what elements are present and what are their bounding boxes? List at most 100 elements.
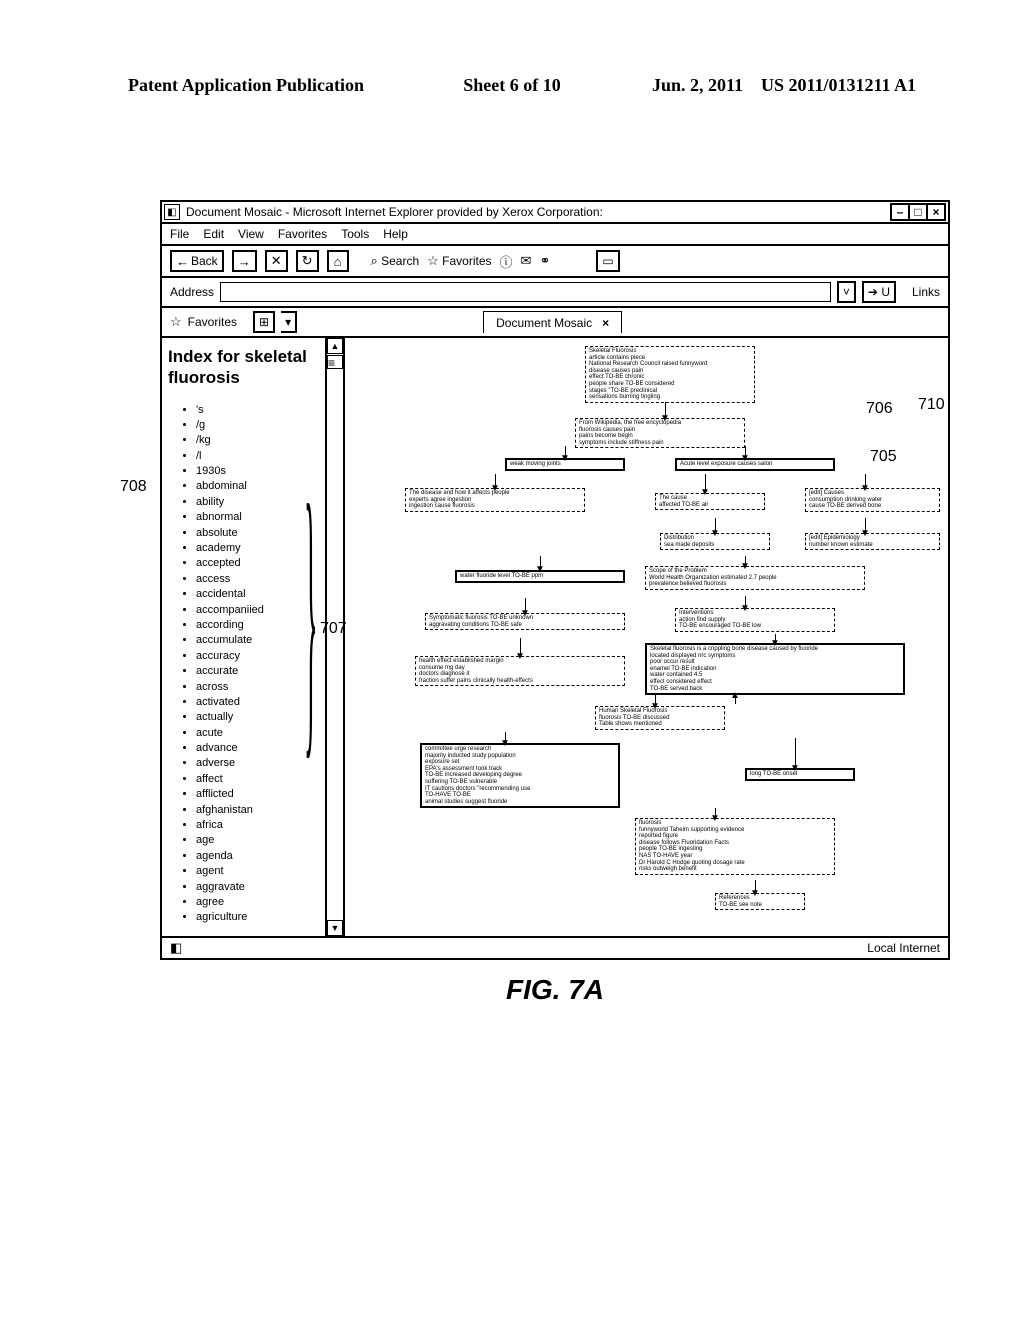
home-button[interactable]: ⌂ <box>327 250 349 272</box>
address-bar: Address ˅ ➔ U Links <box>162 278 948 308</box>
mosaic-node[interactable]: Skeletal Fluorosisarticle contains piece… <box>585 346 755 403</box>
content-area: Index for skeletal fluorosis 's/g/kg/l19… <box>162 338 948 936</box>
arrow-icon <box>775 634 776 641</box>
minimize-button[interactable]: – <box>890 203 910 221</box>
index-item[interactable]: abdominal <box>196 479 319 494</box>
index-item[interactable]: afflicted <box>196 787 319 802</box>
mosaic-node[interactable]: Skeletal fluorosis is a crippling bone d… <box>645 643 905 695</box>
links-label: Links <box>912 285 940 299</box>
index-item[interactable]: /l <box>196 449 319 464</box>
mosaic-node[interactable]: Acute level exposure causes salon <box>675 458 835 471</box>
menu-edit[interactable]: Edit <box>203 227 224 241</box>
menu-favorites[interactable]: Favorites <box>278 227 327 241</box>
index-item[interactable]: agent <box>196 864 319 879</box>
arrow-icon <box>715 808 716 816</box>
menu-help[interactable]: Help <box>383 227 408 241</box>
index-item[interactable]: advance <box>196 741 319 756</box>
index-item[interactable]: adverse <box>196 756 319 771</box>
close-button[interactable]: × <box>926 203 946 221</box>
forward-button[interactable]: → <box>232 250 257 272</box>
index-item[interactable]: acute <box>196 726 319 741</box>
menu-file[interactable]: File <box>170 227 189 241</box>
index-item[interactable]: activated <box>196 695 319 710</box>
index-item[interactable]: 1930s <box>196 464 319 479</box>
index-item[interactable]: absolute <box>196 526 319 541</box>
index-item[interactable]: abnormal <box>196 510 319 525</box>
arrow-icon <box>745 596 746 606</box>
index-item[interactable]: accompaniied <box>196 603 319 618</box>
refresh-button[interactable]: ↻ <box>296 250 319 272</box>
index-item[interactable]: accidental <box>196 587 319 602</box>
ref-705: 705 <box>870 448 897 466</box>
scroll-up-icon[interactable]: ▲ <box>327 338 343 354</box>
index-list: 's/g/kg/l1930sabdominalabilityabnormalab… <box>168 403 319 926</box>
mosaic-node[interactable]: Scope of the ProblemWorld Health Organiz… <box>645 566 865 590</box>
mosaic-node[interactable]: long TO-BE onset <box>745 768 855 781</box>
help-icon[interactable]: ⓘ <box>500 252 513 271</box>
maximize-button[interactable]: □ <box>908 203 928 221</box>
index-item[interactable]: according <box>196 618 319 633</box>
index-item[interactable]: access <box>196 572 319 587</box>
arrow-icon <box>745 446 746 456</box>
index-item[interactable]: 's <box>196 403 319 418</box>
index-item[interactable]: agenda <box>196 849 319 864</box>
refresh-icon: ↻ <box>302 253 313 269</box>
index-item[interactable]: africa <box>196 818 319 833</box>
index-item[interactable]: accepted <box>196 556 319 571</box>
grid-dropdown[interactable]: ▾ <box>281 311 297 333</box>
mosaic-node[interactable]: fluorosisfunnyworld Taheim supporting ev… <box>635 818 835 875</box>
mosaic-node[interactable]: ReferencesTO-BE see note <box>715 893 805 910</box>
browser-window: ◧ Document Mosaic - Microsoft Internet E… <box>160 200 950 960</box>
arrow-icon <box>715 518 716 531</box>
index-item[interactable]: ability <box>196 495 319 510</box>
scroll-thumb[interactable]: ≡ <box>327 355 343 369</box>
index-item[interactable]: afghanistan <box>196 803 319 818</box>
index-item[interactable]: affect <box>196 772 319 787</box>
search-button[interactable]: ⌕ Search <box>371 253 420 269</box>
index-item[interactable]: accurate <box>196 664 319 679</box>
index-item[interactable]: across <box>196 680 319 695</box>
index-item[interactable]: agree <box>196 895 319 910</box>
scroll-down-icon[interactable]: ▼ <box>327 920 343 936</box>
arrow-icon <box>520 638 521 654</box>
mail-icon[interactable]: ✉ <box>521 253 532 269</box>
index-item[interactable]: actually <box>196 710 319 725</box>
stop-button[interactable]: ✕ <box>265 250 288 272</box>
link-icon[interactable]: ⚭ <box>539 253 550 269</box>
index-item[interactable]: accuracy <box>196 649 319 664</box>
index-item[interactable]: /g <box>196 418 319 433</box>
go-button[interactable]: ➔ U <box>862 281 896 303</box>
stop-icon: ✕ <box>271 253 282 269</box>
back-button[interactable]: ← Back <box>170 250 224 272</box>
back-icon: ← <box>176 254 189 269</box>
mosaic-node[interactable]: The causeaffected TO-BE air <box>655 493 765 510</box>
menu-tools[interactable]: Tools <box>341 227 369 241</box>
search-icon: ⌕ <box>371 253 378 268</box>
star-icon: ☆ <box>170 314 182 330</box>
index-item[interactable]: accumulate <box>196 633 319 648</box>
address-input[interactable] <box>220 282 831 302</box>
mosaic-node[interactable]: Interventionsaction find supplyTO-BE enc… <box>675 608 835 632</box>
index-item[interactable]: aggravate <box>196 880 319 895</box>
ref-706: 706 <box>866 400 893 418</box>
favorites-button[interactable]: ☆ Favorites <box>427 253 491 269</box>
index-item[interactable]: age <box>196 833 319 848</box>
grid-icon[interactable]: ⊞ <box>253 311 275 333</box>
window-title: Document Mosaic - Microsoft Internet Exp… <box>184 205 892 219</box>
index-item[interactable]: agriculture <box>196 910 319 925</box>
messenger-icon[interactable]: ▭ <box>596 250 619 272</box>
address-dropdown[interactable]: ˅ <box>837 281 856 303</box>
mosaic-node[interactable]: committee urge researchmajority inducted… <box>420 743 620 808</box>
mosaic-node[interactable]: Human Skeletal Fluorosisfluorosis TO-BE … <box>595 706 725 730</box>
mosaic-node[interactable]: [edit] Epidemiologynumber known estimate <box>805 533 940 550</box>
arrow-icon <box>865 474 866 486</box>
tab-close[interactable]: × <box>602 316 609 330</box>
sidebar-title: Index for skeletal fluorosis <box>168 346 319 389</box>
tab[interactable]: Document Mosaic × <box>483 311 622 333</box>
menu-view[interactable]: View <box>238 227 264 241</box>
ref-710: 710 <box>918 396 945 414</box>
index-item[interactable]: /kg <box>196 433 319 448</box>
mosaic-node[interactable]: [edit] Causesconsumption drinking waterc… <box>805 488 940 512</box>
arrow-icon <box>565 446 566 456</box>
index-item[interactable]: academy <box>196 541 319 556</box>
